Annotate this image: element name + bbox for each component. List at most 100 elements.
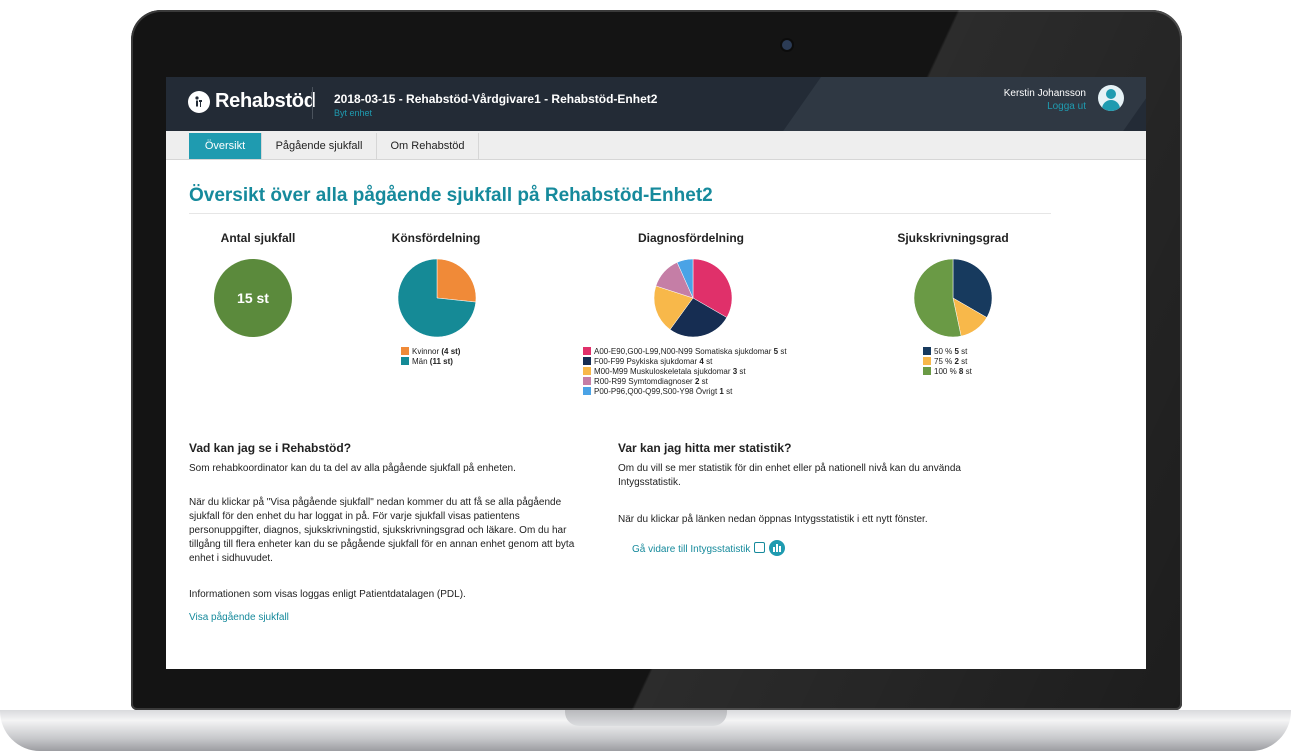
user-avatar-icon[interactable] (1098, 85, 1124, 111)
legend-count: 2 (694, 376, 700, 386)
degree-chart-title: Sjukskrivningsgrad (897, 231, 1009, 245)
text-line: personuppgifter, diagnos, sjukskrivnings… (189, 525, 567, 536)
legend-label: P00-P96,Q00-Q99,S00-Y98 Övrigt (594, 386, 718, 396)
text-line: Intygsstatistik. (618, 477, 681, 488)
show-sick-leave-link[interactable]: Visa pågående sjukfall (189, 612, 289, 623)
legend-unit: st (726, 386, 733, 396)
legend-count: 4 (699, 356, 704, 366)
degree-legend: 50 % 5 st 75 % 2 st 100 % 8 st (923, 346, 972, 376)
legend-unit: st (961, 356, 968, 366)
pie-slice (436, 258, 477, 303)
legend-item: F00-F99 Psykiska sjukdomar 4 st (583, 356, 787, 366)
legend-unit: st (780, 346, 787, 356)
legend-swatch (923, 357, 931, 365)
legend-count: (4 st) (441, 346, 461, 356)
diagnosis-legend: A00-E90,G00-L99,N00-N99 Somatiska sjukdo… (583, 346, 787, 396)
logout-link[interactable]: Logga ut (1047, 101, 1086, 112)
text-line: Om du vill se mer statistik för din enhe… (618, 463, 961, 474)
legend-swatch (583, 347, 591, 355)
info-paragraph-details: När du klickar på "Visa pågående sjukfal… (189, 496, 629, 566)
total-sick-leave-circle: 15 st (214, 259, 292, 337)
legend-item: Kvinnor (4 st) (401, 346, 460, 356)
text-line: tillgång till flera enheter kan du se på… (189, 539, 575, 550)
total-chart-title: Antal sjukfall (220, 231, 296, 245)
tab-oversikt[interactable]: Översikt (189, 133, 262, 159)
page-title: Översikt över alla pågående sjukfall på … (189, 185, 713, 206)
unit-title: 2018-03-15 - Rehabstöd-Vårdgivare1 - Reh… (334, 92, 658, 106)
legend-count: 5 (954, 346, 959, 356)
header-divider (312, 87, 313, 119)
statistics-link-label[interactable]: Gå vidare till Intygsstatistik (632, 544, 750, 555)
legend-label: 100 % (934, 366, 957, 376)
statistics-paragraph: Om du vill se mer statistik för din enhe… (618, 462, 1058, 490)
gender-legend: Kvinnor (4 st) Män (11 st) (401, 346, 460, 366)
legend-item: P00-P96,Q00-Q99,S00-Y98 Övrigt 1 st (583, 386, 787, 396)
legend-unit: st (706, 356, 713, 366)
pdl-paragraph: Informationen som visas loggas enligt Pa… (189, 589, 466, 600)
info-paragraph: Som rehabkoordinator kan du ta del av al… (189, 463, 516, 474)
text-line: När du klickar på "Visa pågående sjukfal… (189, 497, 562, 508)
user-name: Kerstin Johansson (1003, 88, 1086, 99)
legend-swatch (401, 347, 409, 355)
legend-count: 3 (732, 366, 738, 376)
legend-count: 2 (954, 356, 959, 366)
legend-swatch (923, 367, 931, 375)
app-screen: Rehabstöd 2018-03-15 - Rehabstöd-Vårdgiv… (166, 77, 1146, 669)
legend-label: A00-E90,G00-L99,N00-N99 Somatiska sjukdo… (594, 346, 772, 356)
statistics-link[interactable]: Gå vidare till Intygsstatistik (632, 540, 786, 556)
legend-count: 5 (773, 346, 779, 356)
info-heading-rehabstod: Vad kan jag se i Rehabstöd? (189, 441, 352, 455)
legend-unit: st (701, 376, 708, 386)
external-link-icon (754, 542, 766, 553)
legend-label: 75 % (934, 356, 953, 366)
tab-pagaende-sjukfall[interactable]: Pågående sjukfall (262, 133, 377, 159)
legend-label: Kvinnor (412, 346, 440, 356)
title-divider (189, 213, 1051, 214)
legend-unit: st (961, 346, 968, 356)
legend-unit: st (965, 366, 972, 376)
text-line: sjukfall för den enhet du har loggat in … (189, 511, 520, 522)
legend-label: F00-F99 Psykiska sjukdomar (594, 356, 698, 366)
legend-item: Män (11 st) (401, 356, 460, 366)
gender-pie-chart (397, 258, 477, 338)
legend-swatch (923, 347, 931, 355)
text-line: enhet i sidhuvudet. (189, 553, 273, 564)
legend-item: 75 % 2 st (923, 356, 972, 366)
legend-item: 50 % 5 st (923, 346, 972, 356)
statistics-window-paragraph: När du klickar på länken nedan öppnas In… (618, 514, 928, 525)
camera (782, 40, 792, 50)
legend-unit: st (739, 366, 746, 376)
avatar-head (1106, 89, 1116, 99)
avatar-body (1102, 100, 1120, 111)
rehabstod-logo-icon (188, 90, 210, 113)
statistics-icon (769, 540, 786, 556)
legend-label: 50 % (934, 346, 953, 356)
tab-om-rehabstod[interactable]: Om Rehabstöd (377, 133, 479, 159)
app-header: Rehabstöd 2018-03-15 - Rehabstöd-Vårdgiv… (166, 77, 1146, 131)
main-nav: Översikt Pågående sjukfall Om Rehabstöd (166, 131, 1146, 160)
legend-label: Män (412, 356, 428, 366)
legend-item: M00-M99 Muskuloskeletala sjukdomar 3 st (583, 366, 787, 376)
legend-swatch (583, 387, 591, 395)
logo[interactable]: Rehabstöd (188, 90, 316, 113)
legend-swatch (401, 357, 409, 365)
legend-item: A00-E90,G00-L99,N00-N99 Somatiska sjukdo… (583, 346, 787, 356)
info-heading-statistics: Var kan jag hitta mer statistik? (618, 441, 792, 455)
degree-pie-chart (913, 258, 993, 338)
gender-chart-title: Könsfördelning (391, 231, 481, 245)
legend-count: 1 (719, 386, 724, 396)
header-glare (783, 77, 1146, 131)
laptop-notch (565, 710, 727, 726)
legend-count: (11 st) (429, 356, 453, 366)
legend-count: 8 (958, 366, 964, 376)
logo-text: Rehabstöd (215, 90, 316, 112)
legend-item: 100 % 8 st (923, 366, 972, 376)
total-count: 15 st (237, 290, 269, 306)
diagnosis-pie-chart (653, 258, 733, 338)
diagnosis-chart-title: Diagnosfördelning (638, 231, 744, 245)
switch-unit-link[interactable]: Byt enhet (334, 108, 372, 118)
legend-swatch (583, 377, 591, 385)
legend-label: R00-R99 Symtomdiagnoser (594, 376, 693, 386)
legend-swatch (583, 367, 591, 375)
legend-swatch (583, 357, 591, 365)
